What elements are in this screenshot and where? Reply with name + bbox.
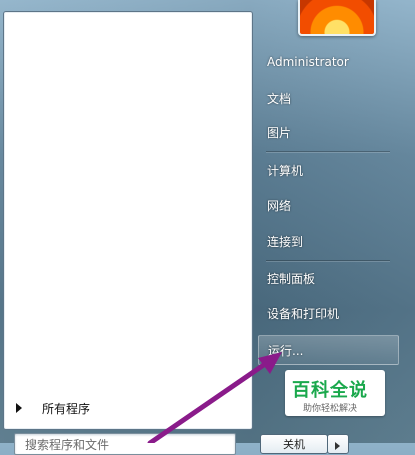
- baike-watermark-logo: 百科全说 助你轻松解决: [285, 370, 385, 416]
- pictures-label: 图片: [267, 125, 292, 140]
- computer-item[interactable]: 计算机: [258, 156, 397, 184]
- shutdown-button[interactable]: 关机: [260, 434, 328, 454]
- network-label: 网络: [267, 198, 292, 213]
- user-name-item[interactable]: Administrator: [258, 48, 397, 76]
- computer-label: 计算机: [267, 163, 304, 178]
- run-item[interactable]: 运行...: [258, 335, 399, 365]
- network-item[interactable]: 网络: [258, 191, 397, 219]
- all-programs-item[interactable]: 所有程序: [12, 397, 248, 419]
- search-placeholder: 搜索程序和文件: [25, 438, 110, 452]
- watermark-title: 百科全说: [292, 380, 368, 401]
- divider: [266, 151, 390, 152]
- devices-printers-item[interactable]: 设备和打印机: [258, 299, 397, 327]
- devices-printers-label: 设备和打印机: [267, 306, 340, 321]
- shutdown-options-arrow-icon[interactable]: [327, 434, 349, 454]
- divider: [266, 260, 390, 261]
- control-panel-item[interactable]: 控制面板: [258, 264, 397, 292]
- pictures-item[interactable]: 图片: [258, 118, 397, 146]
- programs-list-pane: 所有程序: [3, 11, 253, 430]
- user-avatar-flower-icon[interactable]: [298, 0, 376, 36]
- control-panel-label: 控制面板: [267, 271, 316, 286]
- search-input[interactable]: 搜索程序和文件: [14, 433, 236, 455]
- triangle-right-icon: [16, 403, 22, 413]
- watermark-subtitle: 助你轻松解决: [303, 404, 358, 414]
- shutdown-label: 关机: [283, 438, 305, 451]
- user-name-label: Administrator: [267, 55, 349, 69]
- connect-to-item[interactable]: 连接到: [258, 227, 397, 255]
- connect-to-label: 连接到: [267, 234, 304, 249]
- documents-item[interactable]: 文档: [258, 84, 397, 112]
- all-programs-label: 所有程序: [42, 401, 91, 416]
- run-label: 运行...: [268, 343, 304, 358]
- documents-label: 文档: [267, 91, 292, 106]
